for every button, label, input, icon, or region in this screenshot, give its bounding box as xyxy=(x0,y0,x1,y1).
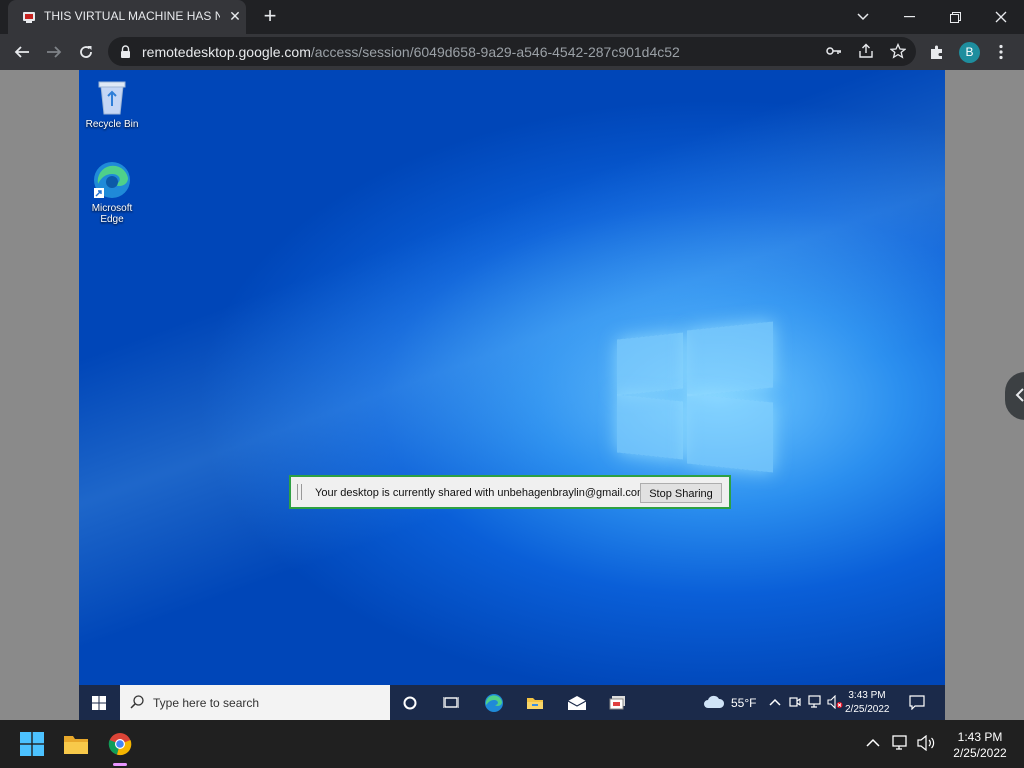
browser-tab[interactable]: THIS VIRTUAL MACHINE HAS NO ✕ xyxy=(8,0,246,34)
host-volume-icon[interactable] xyxy=(917,735,937,751)
taskbar-edge-button[interactable] xyxy=(483,693,505,713)
browser-toolbar: remotedesktop.google.com/access/session/… xyxy=(0,34,1024,70)
remote-start-button[interactable] xyxy=(88,693,110,713)
host-file-explorer-button[interactable] xyxy=(62,730,90,758)
restore-button[interactable] xyxy=(932,0,978,34)
search-placeholder: Type here to search xyxy=(153,696,260,710)
minimize-button[interactable] xyxy=(886,0,932,34)
cortana-circle-icon xyxy=(403,696,417,710)
tray-chevron-up-icon[interactable] xyxy=(769,698,781,706)
address-bar[interactable]: remotedesktop.google.com/access/session/… xyxy=(108,37,916,66)
profile-avatar[interactable]: B xyxy=(959,42,980,63)
host-date: 2/25/2022 xyxy=(953,746,1007,760)
mail-icon xyxy=(567,696,587,710)
back-button[interactable] xyxy=(10,40,34,64)
side-panel-handle[interactable] xyxy=(1005,372,1024,420)
recycle-bin-label: Recycle Bin xyxy=(85,119,139,130)
microsoft-edge-icon xyxy=(94,162,130,198)
taskbar-mail-button[interactable] xyxy=(566,693,588,713)
notifications-icon[interactable] xyxy=(909,695,925,710)
task-view-icon xyxy=(443,697,459,708)
network-icon[interactable] xyxy=(808,695,824,709)
extensions-puzzle-icon[interactable] xyxy=(929,44,945,60)
chevron-left-icon xyxy=(1015,388,1024,402)
bookmark-star-icon[interactable] xyxy=(890,43,906,59)
remote-desktop-favicon xyxy=(23,12,35,23)
windows-11-start-icon xyxy=(20,732,44,756)
drag-handle[interactable] xyxy=(297,484,302,500)
edge-icon xyxy=(485,694,503,712)
remote-time: 3:43 PM xyxy=(848,690,886,701)
url-host: remotedesktop.google.com xyxy=(142,44,311,60)
remote-desktop[interactable]: Recycle Bin Microsoft Edge Your desktop … xyxy=(79,70,945,720)
meet-now-icon[interactable] xyxy=(789,695,801,709)
lock-icon[interactable] xyxy=(120,45,131,58)
search-icon xyxy=(130,695,144,709)
cortana-button[interactable] xyxy=(399,693,421,713)
url-text[interactable]: remotedesktop.google.com/access/session/… xyxy=(142,44,680,60)
reload-button[interactable] xyxy=(74,40,98,64)
desktop-icon-recycle-bin[interactable]: Recycle Bin xyxy=(81,78,143,130)
windows-logo xyxy=(617,316,777,476)
host-taskbar: 1:43 PM 2/25/2022 xyxy=(0,720,1024,768)
tab-close-icon[interactable]: ✕ xyxy=(226,7,244,25)
remote-desktop-app-icon xyxy=(609,696,625,710)
share-icon[interactable] xyxy=(858,43,874,59)
microsoft-edge-label: Microsoft Edge xyxy=(91,203,133,225)
wallpaper-light-beam xyxy=(79,70,945,720)
close-window-button[interactable] xyxy=(978,0,1024,34)
page-viewport: Recycle Bin Microsoft Edge Your desktop … xyxy=(0,70,1024,720)
url-path: /access/session/6049d658-9a29-a546-4542-… xyxy=(310,44,680,60)
chrome-active-indicator xyxy=(113,763,127,766)
host-network-icon[interactable] xyxy=(892,735,910,751)
folder-icon xyxy=(64,736,88,754)
weather-temperature[interactable]: 55°F xyxy=(731,696,756,710)
remote-search-box[interactable]: Type here to search xyxy=(120,685,390,720)
stop-sharing-button[interactable]: Stop Sharing xyxy=(640,483,722,503)
task-view-button[interactable] xyxy=(440,693,462,713)
remote-date: 2/25/2022 xyxy=(845,704,890,715)
recycle-bin-icon xyxy=(98,81,126,115)
host-time: 1:43 PM xyxy=(957,730,1003,744)
volume-muted-icon[interactable] xyxy=(827,695,843,709)
new-tab-button[interactable]: + xyxy=(258,4,282,28)
taskbar-remote-app-button[interactable] xyxy=(607,693,629,713)
host-clock[interactable]: 1:43 PM 2/25/2022 xyxy=(944,729,1016,761)
key-icon[interactable] xyxy=(826,45,842,57)
desktop-icon-microsoft-edge[interactable]: Microsoft Edge xyxy=(81,160,143,225)
remote-clock[interactable]: 3:43 PM 2/25/2022 xyxy=(845,689,890,717)
forward-button[interactable] xyxy=(42,40,66,64)
menu-kebab-icon[interactable] xyxy=(998,44,1004,60)
browser-tab-strip: THIS VIRTUAL MACHINE HAS NO ✕ + xyxy=(0,0,1024,34)
host-start-button[interactable] xyxy=(18,730,46,758)
folder-icon xyxy=(527,698,543,709)
host-chrome-button[interactable] xyxy=(106,730,134,758)
sharing-message: Your desktop is currently shared with un… xyxy=(315,487,647,499)
chrome-icon xyxy=(108,733,132,756)
tab-search-chevron-icon[interactable] xyxy=(840,0,886,34)
weather-cloud-icon[interactable] xyxy=(703,695,725,709)
tab-title: THIS VIRTUAL MACHINE HAS NO xyxy=(44,9,220,23)
remote-taskbar: Type here to search 55°F 3:43 PM 2/25/20… xyxy=(79,685,945,720)
sharing-notification-bar: Your desktop is currently shared with un… xyxy=(289,475,731,509)
windows-start-icon xyxy=(92,696,106,710)
taskbar-file-explorer-button[interactable] xyxy=(524,693,546,713)
host-tray-chevron-up-icon[interactable] xyxy=(866,738,880,747)
